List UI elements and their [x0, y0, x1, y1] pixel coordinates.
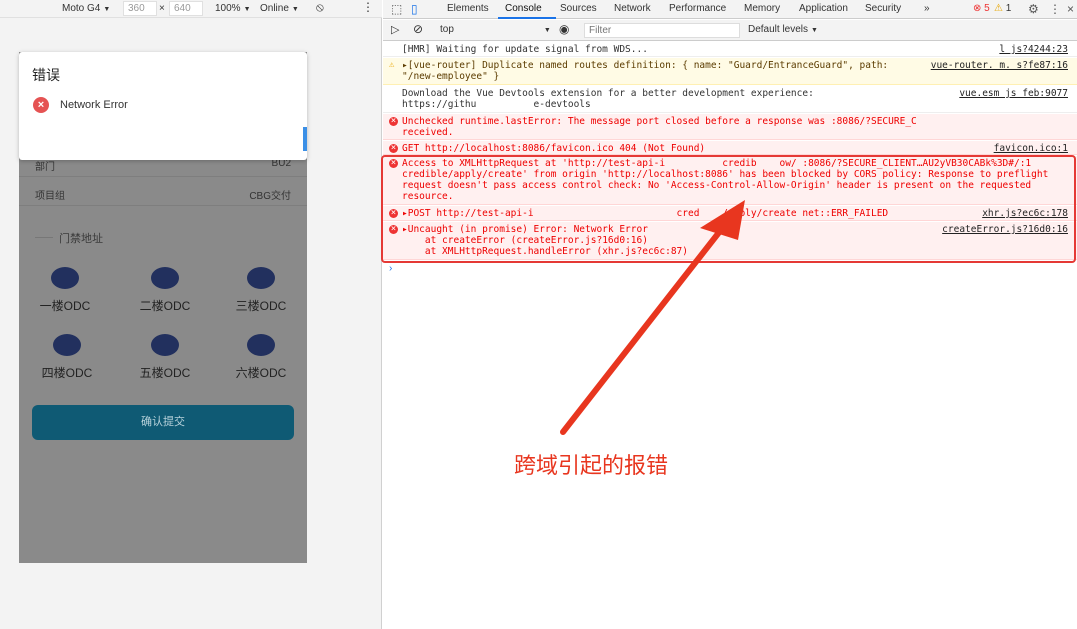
message-text: GET http://localhost:8086/favicon.ico 40…	[402, 143, 706, 154]
tab-sources[interactable]: Sources	[560, 3, 597, 14]
zoom-value: 100%	[215, 3, 241, 14]
tab-memory[interactable]: Memory	[744, 3, 780, 14]
section-divider	[35, 237, 53, 238]
console-error: × Unchecked runtime.lastError: The messa…	[383, 114, 1077, 140]
more-options-icon[interactable]: ⋮	[1049, 2, 1061, 16]
odc-option-2[interactable]: 二楼ODC	[125, 267, 205, 327]
height-input[interactable]: 640	[169, 1, 203, 16]
tab-network[interactable]: Network	[614, 3, 651, 14]
odc-label: 五楼ODC	[139, 366, 191, 380]
source-link[interactable]: l js?4244:23	[995, 44, 1068, 55]
section-title: 门禁地址	[59, 233, 103, 245]
device-select[interactable]: Moto G4 ▼	[62, 3, 110, 16]
odc-option-5[interactable]: 五楼ODC	[125, 334, 205, 394]
error-dialog: 错误 × Network Error	[19, 52, 307, 160]
row-label: 项目组	[35, 191, 65, 202]
context-value: top	[440, 24, 454, 35]
filter-input[interactable]	[584, 23, 740, 38]
dialog-title: 错误	[32, 67, 60, 83]
inspect-element-icon[interactable]: ⬚	[391, 2, 402, 16]
source-link[interactable]: vue-router. m. s?fe87:16	[926, 60, 1068, 71]
width-input[interactable]: 360	[123, 1, 157, 16]
console-warning: ⚠ ▸[vue-router] Duplicate named routes d…	[383, 58, 1077, 85]
form-row-project-group: 项目组 CBG交付	[19, 178, 307, 206]
odc-option-6[interactable]: 六楼ODC	[221, 334, 301, 394]
close-icon[interactable]: ×	[1067, 2, 1074, 16]
eye-icon[interactable]: ◉	[559, 22, 569, 36]
log-levels-value: Default levels	[748, 24, 809, 35]
error-icon: ×	[33, 97, 49, 113]
tab-application[interactable]: Application	[799, 3, 848, 14]
odc-label: 一楼ODC	[39, 299, 91, 313]
submit-button[interactable]: 确认提交	[32, 405, 294, 440]
error-count: 5	[984, 3, 990, 14]
more-options-icon[interactable]: ⋮	[362, 1, 374, 13]
context-select[interactable]: top ▼	[440, 24, 551, 35]
annotation-label: 跨域引起的报错	[514, 454, 669, 479]
odc-label: 三楼ODC	[235, 299, 287, 313]
device-toolbar: Moto G4 ▼ 360 × 640 100% ▼ Online ▼ ⦸ ⋮	[0, 0, 382, 18]
chevron-down-icon: ▼	[243, 6, 251, 13]
network-value: Online	[260, 3, 289, 14]
odc-option-3[interactable]: 三楼ODC	[221, 267, 301, 327]
dialog-accent-bar	[303, 127, 307, 151]
warning-count-badge[interactable]: ⚠ 1	[994, 3, 1011, 14]
odc-option-4[interactable]: 四楼ODC	[27, 334, 107, 394]
console-error: × GET http://localhost:8086/favicon.ico …	[383, 141, 1077, 155]
source-link[interactable]: favicon.ico:1	[989, 143, 1068, 154]
error-icon: ×	[389, 143, 398, 153]
active-tab-indicator	[498, 17, 556, 19]
tab-performance[interactable]: Performance	[669, 3, 726, 14]
device-name: Moto G4	[62, 3, 101, 14]
chevron-down-icon: ▼	[811, 27, 818, 34]
tab-console[interactable]: Console	[505, 3, 542, 14]
clear-console-icon[interactable]: ⊘	[413, 22, 423, 36]
door-icon	[151, 334, 179, 356]
dimension-separator: ×	[159, 3, 165, 14]
warning-count: 1	[1005, 3, 1012, 14]
tab-security[interactable]: Security	[865, 3, 901, 14]
rotate-icon[interactable]: ⦸	[316, 1, 324, 13]
console-message: [HMR] Waiting for update signal from WDS…	[383, 42, 1077, 57]
screenshot-root: Moto G4 ▼ 360 × 640 100% ▼ Online ▼ ⦸ ⋮ 部门 …	[0, 0, 1077, 629]
more-tabs-button[interactable]: »	[924, 3, 930, 14]
chevron-down-icon: ▼	[291, 6, 299, 13]
message-text: Unchecked runtime.lastError: The message…	[402, 116, 917, 138]
door-icon	[151, 267, 179, 289]
zoom-select[interactable]: 100% ▼	[215, 3, 251, 16]
door-icon	[51, 267, 79, 289]
row-value: CBG交付	[249, 191, 291, 202]
odc-label: 四楼ODC	[41, 366, 93, 380]
error-highlight-box	[381, 155, 1076, 263]
device-toggle-icon[interactable]: ▯	[411, 2, 418, 16]
sidebar-toggle-icon[interactable]: ▷	[391, 23, 399, 36]
door-icon	[247, 267, 275, 289]
warning-icon: ⚠	[389, 60, 395, 70]
message-text: [HMR] Waiting for update signal from WDS…	[402, 44, 648, 55]
tab-elements[interactable]: Elements	[447, 3, 489, 14]
settings-gear-icon[interactable]: ⚙	[1028, 2, 1039, 16]
odc-label: 六楼ODC	[235, 366, 287, 380]
devtools-tabbar: ⬚ ▯ Elements Console Sources Network Per…	[383, 0, 1077, 19]
console-toolbar: ▷ ⊘ top▼ ◉ Default levels▼	[383, 20, 1077, 41]
console-prompt-icon[interactable]: ›	[389, 263, 392, 274]
chevron-down-icon: ▼	[103, 6, 111, 13]
network-select[interactable]: Online ▼	[260, 3, 299, 16]
row-label: 部门	[35, 162, 55, 173]
source-link[interactable]: vue.esm js feb:9077	[955, 88, 1068, 99]
odc-option-1[interactable]: 一楼ODC	[25, 267, 105, 327]
console-message: Download the Vue Devtools extension for …	[383, 86, 1077, 113]
error-icon: ×	[389, 116, 398, 126]
odc-label: 二楼ODC	[139, 299, 191, 313]
error-count-badge[interactable]: ⊗ 5	[973, 3, 990, 14]
log-levels-select[interactable]: Default levels ▼	[748, 24, 818, 35]
door-icon	[247, 334, 275, 356]
dialog-message: Network Error	[60, 99, 128, 111]
devtools-panel: ⬚ ▯ Elements Console Sources Network Per…	[381, 0, 1077, 629]
device-emulation-pane: Moto G4 ▼ 360 × 640 100% ▼ Online ▼ ⦸ ⋮ 部门 …	[0, 0, 382, 629]
door-icon	[53, 334, 81, 356]
chevron-down-icon: ▼	[543, 27, 551, 34]
